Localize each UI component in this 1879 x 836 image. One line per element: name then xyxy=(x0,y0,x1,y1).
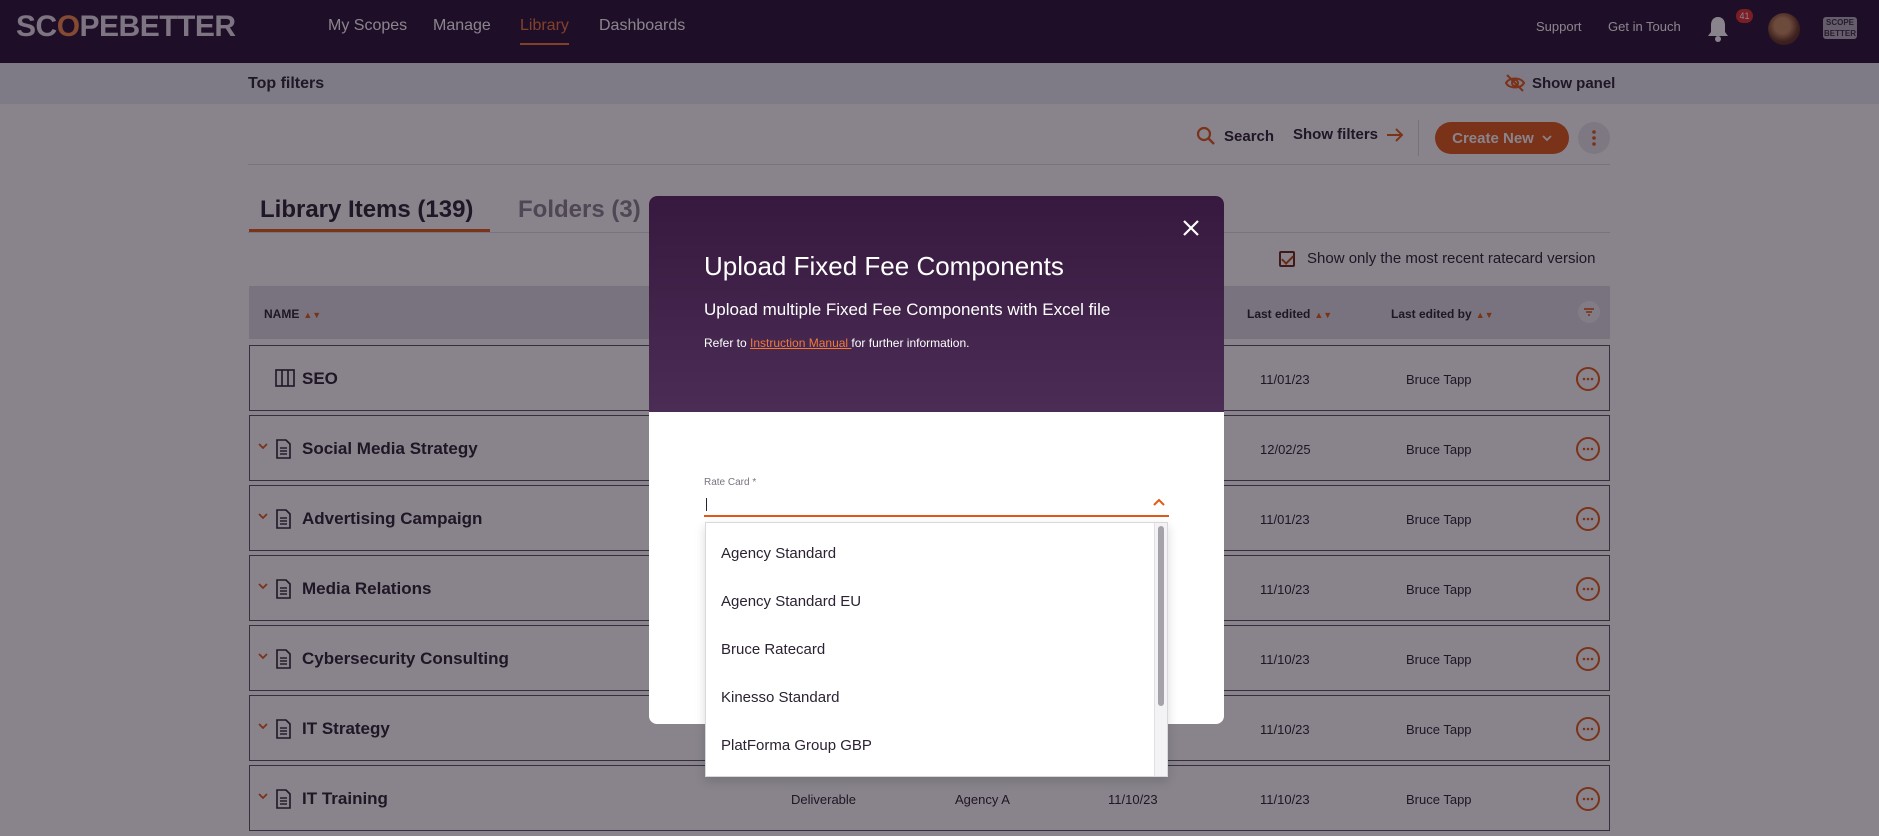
text-caret xyxy=(706,498,707,511)
rate-card-label: Rate Card * xyxy=(704,477,757,488)
modal-title: Upload Fixed Fee Components xyxy=(704,251,1064,281)
dropdown-scrollbar[interactable] xyxy=(1154,523,1167,776)
dropdown-scroll-thumb[interactable] xyxy=(1158,526,1164,706)
option-kinesso-standard[interactable]: Kinesso Standard xyxy=(721,689,839,706)
modal-reference: Refer to Instruction Manual for further … xyxy=(704,336,970,350)
rate-card-select[interactable] xyxy=(704,491,1169,517)
option-agency-standard-eu[interactable]: Agency Standard EU xyxy=(721,593,861,610)
modal-subtitle: Upload multiple Fixed Fee Components wit… xyxy=(704,300,1111,319)
instruction-manual-link[interactable]: Instruction Manual xyxy=(750,336,851,350)
rate-card-dropdown: Agency Standard Agency Standard EU Bruce… xyxy=(705,522,1168,777)
modal-header: Upload Fixed Fee Components Upload multi… xyxy=(649,196,1224,412)
chevron-up-icon[interactable] xyxy=(1152,497,1166,507)
close-icon[interactable] xyxy=(1181,218,1201,238)
option-bruce-ratecard[interactable]: Bruce Ratecard xyxy=(721,641,825,658)
option-agency-standard[interactable]: Agency Standard xyxy=(721,545,836,562)
option-platforma-group-gbp[interactable]: PlatForma Group GBP xyxy=(721,737,872,754)
